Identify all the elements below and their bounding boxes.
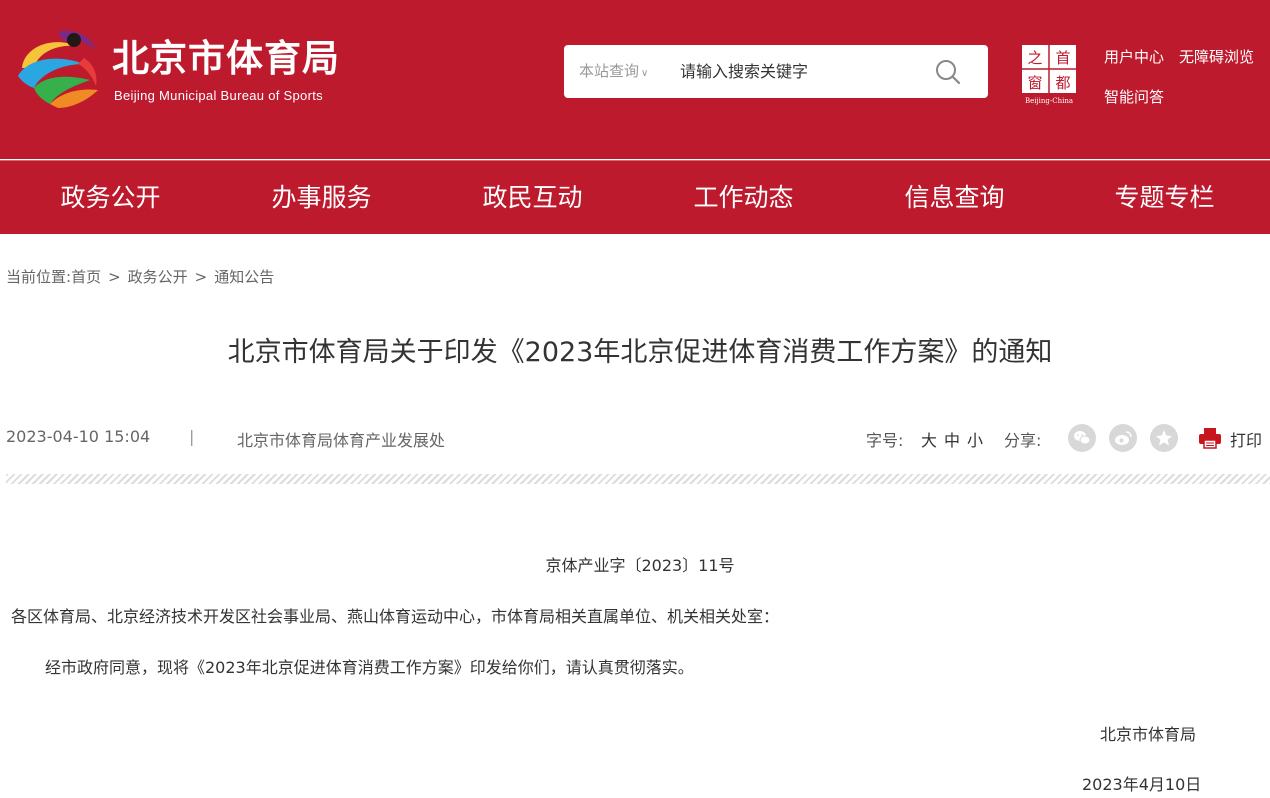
nav-item-work-news[interactable]: 工作动态 (638, 161, 849, 234)
breadcrumb-notices[interactable]: 通知公告 (214, 268, 274, 286)
font-size-medium-button[interactable]: 中 (944, 427, 960, 451)
recipients: 各区体育局、北京经济技术开发区社会事业局、燕山体育运动中心，市体育局相关直属单位… (11, 607, 780, 626)
font-size-large-button[interactable]: 大 (921, 427, 937, 451)
publish-date: 2023-04-10 15:04 (6, 427, 151, 446)
breadcrumb-separator: > (194, 268, 208, 286)
breadcrumb-government-affairs[interactable]: 政务公开 (128, 268, 188, 286)
main-nav: 政务公开 办事服务 政民互动 工作动态 信息查询 专题专栏 (0, 160, 1270, 234)
site-name-cn: 北京市体育局 (112, 37, 340, 80)
svg-text:都: 都 (1055, 74, 1070, 92)
search-icon[interactable] (934, 58, 962, 86)
content-divider (6, 474, 1270, 484)
nav-item-info-query[interactable]: 信息查询 (849, 161, 1060, 234)
site-logo[interactable]: 北京市体育局 Beijing Municipal Bureau of Sport… (14, 28, 359, 110)
svg-text:Beijing-China: Beijing-China (1025, 97, 1073, 105)
svg-text:窗: 窗 (1027, 74, 1042, 92)
article-source: 北京市体育局体育产业发展处 (237, 431, 446, 450)
wechat-icon[interactable] (1068, 424, 1096, 452)
svg-text:之: 之 (1027, 49, 1042, 67)
page-title: 北京市体育局关于印发《2023年北京促进体育消费工作方案》的通知 (227, 337, 1053, 368)
print-button[interactable]: 打印 (1230, 427, 1262, 451)
nav-item-services[interactable]: 办事服务 (216, 161, 427, 234)
search-scope-label: 本站查询 (579, 62, 640, 80)
capital-window-seal-icon[interactable]: 首 都 之 窗 Beijing-China (1020, 43, 1078, 105)
meta-separator: | (189, 427, 195, 446)
qzone-icon[interactable] (1150, 424, 1178, 452)
sign-date: 2023年4月10日 (1082, 775, 1202, 794)
search-box: 本站查询 ∨ (564, 45, 988, 98)
svg-text:首: 首 (1055, 49, 1070, 67)
smart-qa-link[interactable]: 智能问答 (1104, 86, 1164, 107)
font-size-small-button[interactable]: 小 (967, 427, 983, 451)
site-name-en: Beijing Municipal Bureau of Sports (114, 88, 323, 103)
article-meta: 2023-04-10 15:04 | 北京市体育局体育产业发展处 字号: 大 中… (0, 424, 1270, 452)
chevron-down-icon: ∨ (641, 68, 649, 79)
nav-item-interaction[interactable]: 政民互动 (427, 161, 638, 234)
nav-item-government-affairs[interactable]: 政务公开 (5, 161, 216, 234)
document-number: 京体产业字〔2023〕11号 (545, 556, 735, 575)
share-label: 分享: (1004, 431, 1042, 450)
printer-icon[interactable] (1198, 426, 1222, 450)
nav-item-special-topics[interactable]: 专题专栏 (1059, 161, 1270, 234)
font-size-label: 字号: (866, 431, 904, 450)
accessibility-link[interactable]: 无障碍浏览 (1179, 46, 1254, 67)
body-paragraph: 经市政府同意，现将《2023年北京促进体育消费工作方案》印发给你们，请认真贯彻落… (45, 658, 694, 677)
search-input[interactable] (680, 56, 930, 86)
site-header: 北京市体育局 Beijing Municipal Bureau of Sport… (0, 0, 1270, 159)
breadcrumb-home[interactable]: 首页 (71, 268, 101, 286)
user-center-link[interactable]: 用户中心 (1104, 46, 1164, 67)
breadcrumb-separator: > (108, 268, 121, 286)
breadcrumb-prefix: 当前位置: (6, 268, 72, 286)
signature: 北京市体育局 (1100, 725, 1197, 744)
logo-emblem-icon (18, 30, 98, 108)
weibo-icon[interactable] (1109, 424, 1137, 452)
breadcrumb: 当前位置:首页 > 政务公开 > 通知公告 (6, 266, 274, 287)
search-scope-select[interactable]: 本站查询 ∨ (579, 45, 648, 98)
